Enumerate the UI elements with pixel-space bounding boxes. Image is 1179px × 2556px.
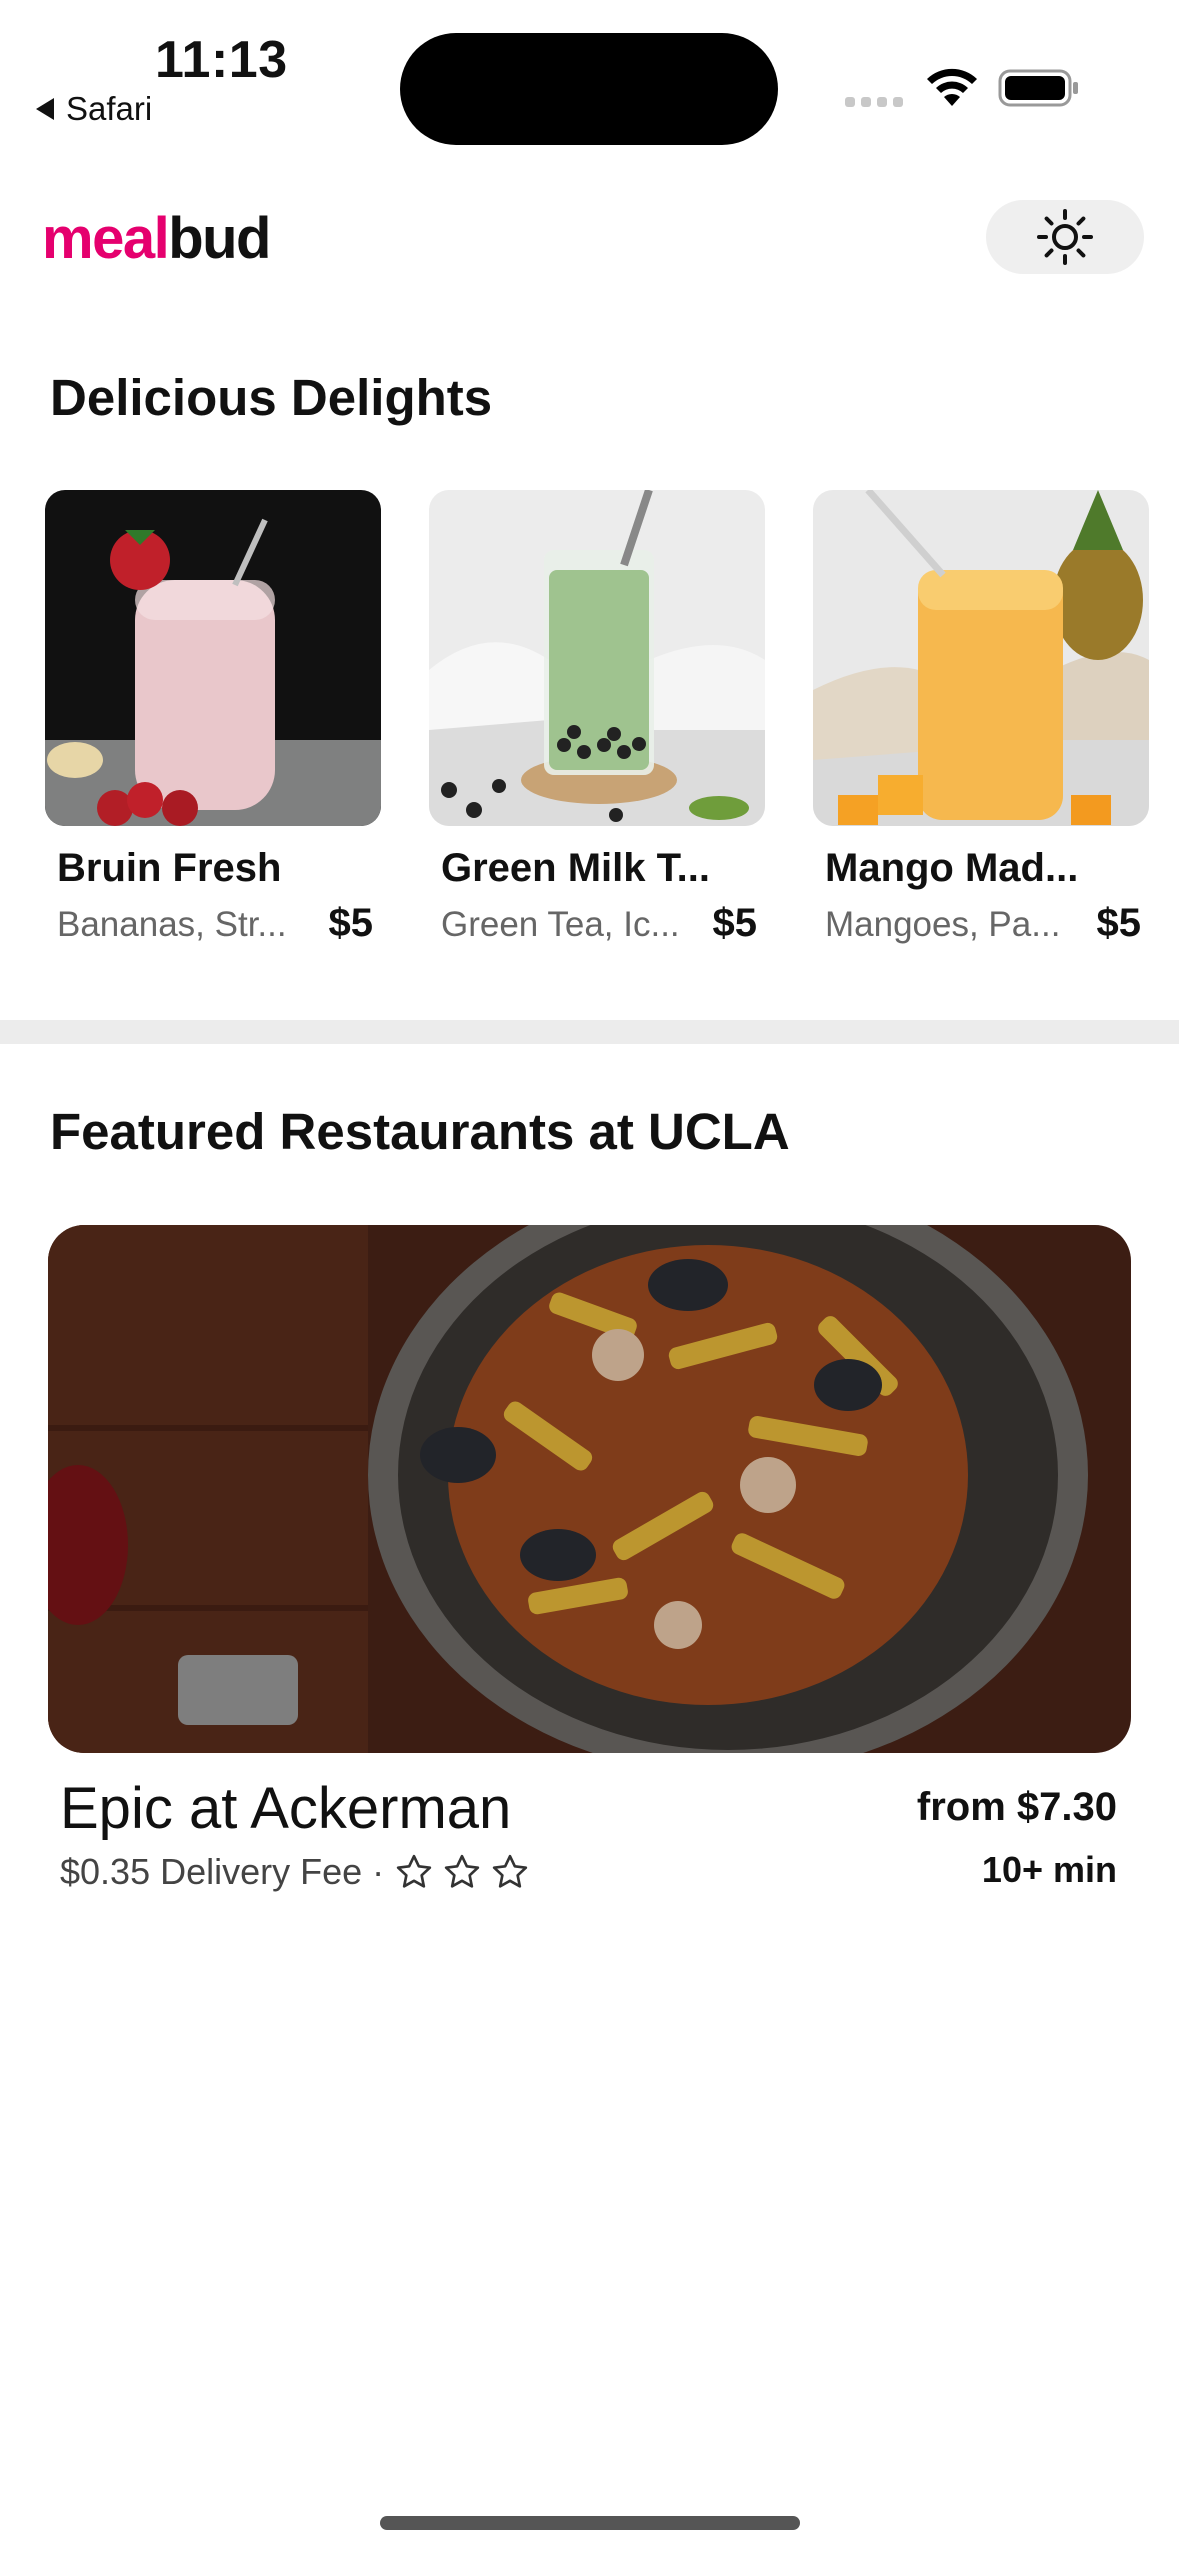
restaurant-meta: $0.35 Delivery Fee · [60,1851,530,1893]
home-indicator[interactable] [380,2516,800,2530]
mealbud-logo[interactable]: mealbud [42,205,271,272]
delight-description: Green Tea, Ic... [441,905,680,944]
dynamic-island [400,33,778,145]
delights-carousel[interactable]: Bruin Fresh Bananas, Str... $5 Green Mil… [45,490,1179,960]
delight-description: Mangoes, Pa... [825,905,1061,944]
restaurant-name: Epic at Ackerman [60,1776,512,1841]
delight-image [45,490,381,826]
delight-name: Green Milk T... [441,846,710,890]
sun-icon [1037,209,1093,265]
delight-card[interactable]: Mango Mad... Mangoes, Pa... $5 [813,490,1149,960]
delivery-fee: $0.35 Delivery Fee [60,1851,363,1892]
star-outline-icon [492,1854,528,1888]
delight-price: $5 [328,901,374,945]
delivery-time: 10+ min [981,1849,1117,1890]
wifi-icon [927,68,977,106]
delight-meta: Bananas, Str... $5 [57,901,373,946]
section-divider [0,1020,1179,1044]
restaurant-price: from $7.30 [916,1785,1117,1829]
delight-price: $5 [712,901,758,945]
back-arrow-icon [36,98,54,120]
delight-image [813,490,1149,826]
delight-price: $5 [1096,901,1142,945]
star-outline-icon [444,1854,480,1888]
logo-text-bud: bud [168,206,271,271]
status-time: 11:13 [155,31,288,89]
delight-meta: Green Tea, Ic... $5 [441,901,757,946]
restaurants-section-title: Featured Restaurants at UCLA [50,1103,790,1160]
restaurant-image [48,1225,1131,1753]
meta-separator: · [372,1851,385,1892]
delight-image [429,490,765,826]
delight-name: Mango Mad... [825,846,1079,890]
status-bar: 11:13 Safari [0,0,1179,150]
back-app-label: Safari [66,90,153,127]
delight-card[interactable]: Green Milk T... Green Tea, Ic... $5 [429,490,765,960]
theme-toggle-button[interactable] [986,200,1144,274]
delight-name: Bruin Fresh [57,846,282,890]
rating-stars [394,1852,530,1892]
star-outline-icon [396,1854,432,1888]
back-to-safari-button[interactable]: Safari [36,90,152,128]
cellular-signal-icon [845,97,903,107]
delight-description: Bananas, Str... [57,905,287,944]
delight-meta: Mangoes, Pa... $5 [825,901,1141,946]
restaurant-card[interactable]: Epic at Ackerman from $7.30 $0.35 Delive… [48,1225,1131,1892]
logo-text-meal: meal [42,206,170,271]
battery-icon [998,69,1078,107]
delights-section-title: Delicious Delights [50,369,493,426]
delight-card[interactable]: Bruin Fresh Bananas, Str... $5 [45,490,381,960]
